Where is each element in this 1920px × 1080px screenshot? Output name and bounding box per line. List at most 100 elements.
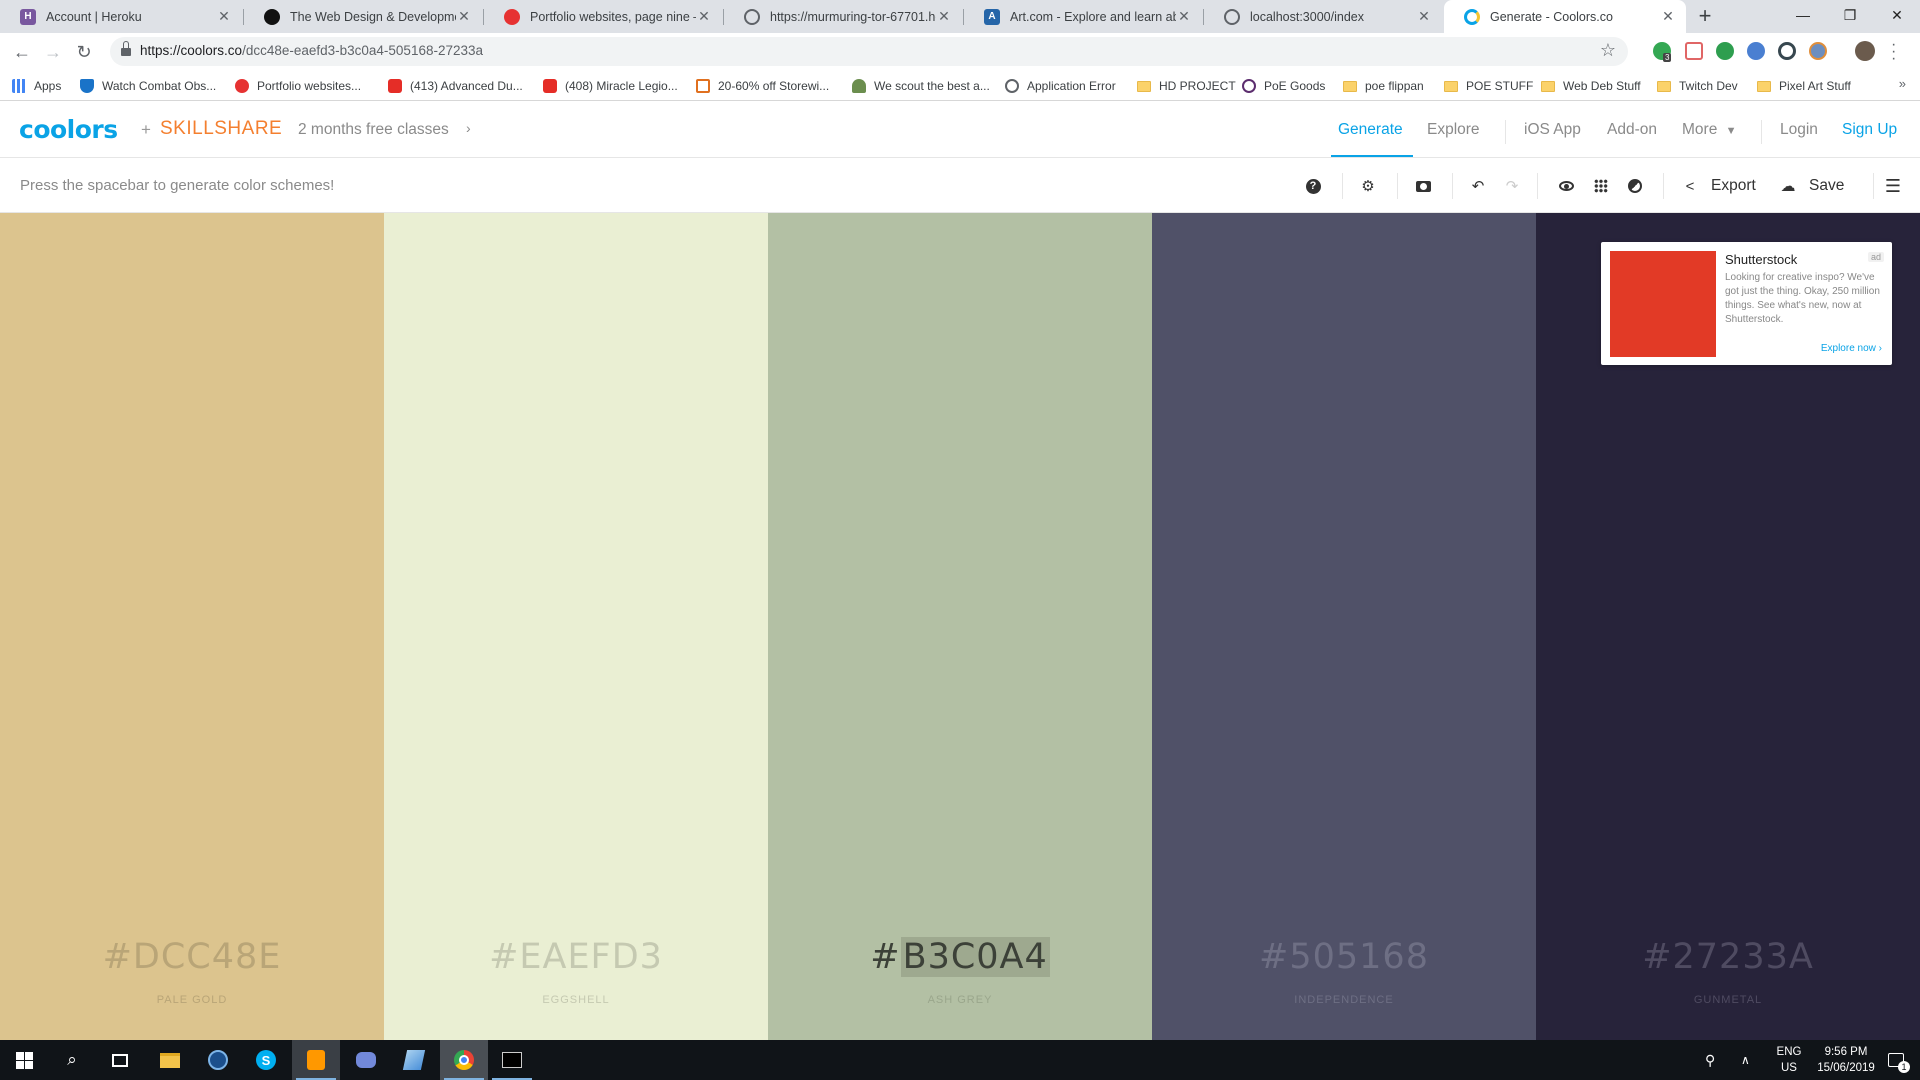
nav-signup[interactable]: Sign Up — [1842, 121, 1897, 139]
close-icon[interactable]: ✕ — [696, 8, 712, 25]
reload-button[interactable]: ↻ — [72, 40, 96, 64]
people-icon[interactable]: ⚲ — [1705, 1040, 1715, 1080]
palette-column-1[interactable]: #DCC48E PALE GOLD — [0, 213, 384, 1040]
bookmark-folder-twitch-dev[interactable]: Twitch Dev — [1657, 77, 1738, 95]
nav-divider — [1761, 120, 1762, 144]
nav-add-on[interactable]: Add-on — [1607, 121, 1657, 139]
action-center-icon[interactable]: 1 — [1880, 1040, 1912, 1080]
hex-code[interactable]: #27233A — [1536, 937, 1920, 977]
new-tab-button[interactable]: + — [1692, 4, 1718, 30]
bookmark-label: poe flippan — [1365, 79, 1424, 93]
task-view-icon[interactable] — [96, 1040, 144, 1080]
close-icon[interactable]: ✕ — [456, 8, 472, 25]
redo-icon[interactable]: ↷ — [1501, 175, 1523, 197]
nav-explore[interactable]: Explore — [1427, 121, 1480, 139]
minimize-window-button[interactable]: — — [1780, 0, 1826, 30]
browser-tab-heroku[interactable]: H Account | Heroku ✕ — [0, 0, 242, 33]
cloud-upload-icon[interactable]: ☁ — [1777, 175, 1799, 197]
chrome-menu-icon[interactable]: · · · — [1891, 37, 1896, 67]
skype-icon[interactable]: S — [242, 1040, 290, 1080]
hex-code[interactable]: #EAEFD3 — [384, 937, 768, 977]
promo-link[interactable]: 2 months free classes — [298, 121, 449, 139]
bookmark-youtube-408[interactable]: (408) Miracle Legio... — [543, 77, 678, 95]
windows-start-icon[interactable] — [0, 1040, 48, 1080]
ad-explore-link[interactable]: Explore now › — [1821, 343, 1882, 354]
bookmark-portfolio[interactable]: Portfolio websites... — [235, 77, 361, 95]
bookmark-poe-goods[interactable]: PoE Goods — [1242, 77, 1325, 95]
ad-image[interactable] — [1610, 251, 1716, 357]
close-icon[interactable]: ✕ — [1416, 8, 1432, 25]
close-icon[interactable]: ✕ — [1176, 8, 1192, 25]
bookmark-apps[interactable]: Apps — [12, 77, 61, 95]
browser-tab-portfolio[interactable]: Portfolio websites, page nine — ✕ — [484, 0, 722, 33]
browser-tab-webdesign[interactable]: The Web Design & Development ✕ — [244, 0, 482, 33]
file-explorer-icon[interactable] — [146, 1040, 194, 1080]
close-icon[interactable]: ✕ — [936, 8, 952, 25]
address-bar[interactable]: https://coolors.co/dcc48e-eaefd3-b3c0a4-… — [110, 37, 1628, 66]
browser-tab-coolors[interactable]: Generate - Coolors.co ✕ — [1444, 0, 1686, 33]
palette-column-2[interactable]: #EAEFD3 EGGSHELL — [384, 213, 768, 1040]
extension-grammarly-icon[interactable] — [1716, 42, 1734, 60]
view-eye-icon[interactable] — [1555, 175, 1577, 197]
terminal-icon[interactable] — [488, 1040, 536, 1080]
bookmark-folder-web-deb-stuff[interactable]: Web Deb Stuff — [1541, 77, 1641, 95]
system-clock[interactable]: 9:56 PM 15/06/2019 — [1800, 1040, 1892, 1080]
hex-code[interactable]: #DCC48E — [0, 937, 384, 977]
nav-login[interactable]: Login — [1780, 121, 1818, 139]
extension-ghostery-icon[interactable] — [1778, 42, 1796, 60]
bookmarks-overflow-icon[interactable]: » — [1899, 76, 1906, 91]
bookmark-folder-hd-project[interactable]: HD PROJECT — [1137, 77, 1236, 95]
sublime-text-icon[interactable] — [292, 1040, 340, 1080]
bookmark-folder-poe-flippan[interactable]: poe flippan — [1343, 77, 1424, 95]
save-button[interactable]: Save — [1809, 177, 1844, 195]
search-icon[interactable]: ⌕ — [48, 1040, 96, 1080]
nav-generate[interactable]: Generate — [1338, 121, 1403, 139]
restore-window-button[interactable]: ❐ — [1827, 0, 1873, 30]
show-hidden-icons-icon[interactable]: ∧ — [1741, 1040, 1750, 1080]
paint-app-icon[interactable] — [390, 1040, 438, 1080]
palette-column-3[interactable]: #B3C0A4 ASH GREY — [768, 213, 1152, 1040]
browser-tab-heroku-app[interactable]: https://murmuring-tor-67701.her ✕ — [724, 0, 962, 33]
steam-icon[interactable] — [194, 1040, 242, 1080]
bookmark-folder-poe-stuff[interactable]: POE STUFF — [1444, 77, 1533, 95]
close-icon[interactable]: ✕ — [216, 8, 232, 25]
hex-code-selected[interactable]: #B3C0A4 — [768, 937, 1152, 977]
export-button[interactable]: Export — [1711, 177, 1756, 195]
camera-icon[interactable] — [1412, 175, 1434, 197]
help-icon[interactable]: ? — [1302, 175, 1324, 197]
nav-ios-app[interactable]: iOS App — [1524, 121, 1581, 139]
browser-tab-artcom[interactable]: A Art.com - Explore and learn abou ✕ — [964, 0, 1202, 33]
nav-more[interactable]: More ▼ — [1682, 121, 1737, 139]
close-window-button[interactable]: ✕ — [1874, 0, 1920, 30]
undo-icon[interactable]: ↶ — [1467, 175, 1489, 197]
bookmark-scout[interactable]: We scout the best a... — [852, 77, 990, 95]
chrome-icon[interactable] — [440, 1040, 488, 1080]
back-button[interactable]: ← — [10, 40, 34, 64]
bookmark-storewide[interactable]: 20-60% off Storewi... — [696, 77, 829, 95]
shutterstock-ad[interactable]: Shutterstock ad Looking for creative ins… — [1601, 242, 1892, 365]
extension-owl-icon[interactable] — [1809, 42, 1827, 60]
extension-feather-icon[interactable] — [1747, 42, 1765, 60]
hex-prefix: # — [870, 937, 901, 977]
browser-tab-localhost[interactable]: localhost:3000/index ✕ — [1204, 0, 1442, 33]
grid-view-icon[interactable] — [1590, 175, 1612, 197]
bookmark-combat[interactable]: Watch Combat Obs... — [80, 77, 216, 95]
hex-code[interactable]: #505168 — [1152, 937, 1536, 977]
skillshare-logo[interactable]: SKILLSHARE — [160, 118, 282, 140]
hamburger-menu-icon[interactable]: ☰ — [1882, 175, 1904, 197]
close-icon[interactable]: ✕ — [1660, 8, 1676, 25]
bookmark-folder-pixel-art[interactable]: Pixel Art Stuff — [1757, 77, 1851, 95]
extension-pdf-icon[interactable] — [1685, 42, 1703, 60]
bookmark-app-error[interactable]: Application Error — [1005, 77, 1116, 95]
bookmark-youtube-413[interactable]: (413) Advanced Du... — [388, 77, 523, 95]
profile-avatar[interactable] — [1855, 41, 1875, 61]
coolors-logo[interactable]: coolors — [19, 115, 118, 144]
discord-icon[interactable] — [342, 1040, 390, 1080]
share-icon[interactable]: < — [1679, 175, 1701, 197]
color-name: PALE GOLD — [156, 994, 228, 1006]
color-blind-icon[interactable] — [1624, 175, 1646, 197]
forward-button[interactable]: → — [41, 40, 65, 64]
bookmark-star-icon[interactable]: ☆ — [1600, 40, 1616, 61]
settings-gear-icon[interactable]: ⚙ — [1357, 175, 1379, 197]
palette-column-4[interactable]: #505168 INDEPENDENCE — [1152, 213, 1536, 1040]
